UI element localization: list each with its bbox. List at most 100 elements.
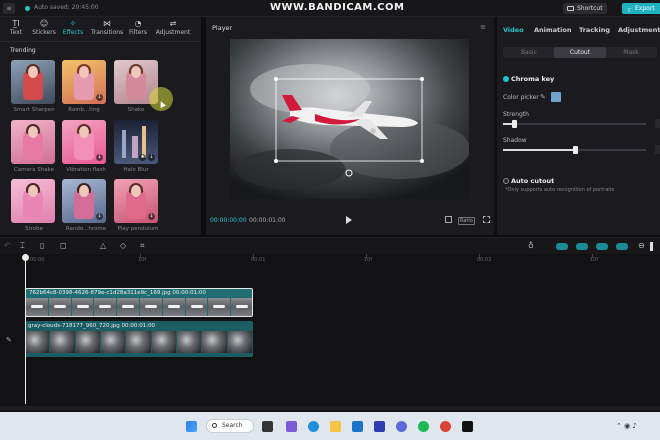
tab-adjustment-inspector[interactable]: Adjustment <box>618 26 660 34</box>
rotate-icon[interactable]: ◇ <box>120 242 126 250</box>
export-label: Export <box>635 5 655 12</box>
crop-icon[interactable]: ⌗ <box>140 242 145 250</box>
ruler-label: 00:01 <box>251 257 266 263</box>
export-button[interactable]: ⇧ Export <box>622 3 660 14</box>
windows-start-icon[interactable] <box>186 421 197 432</box>
segment-basic[interactable]: Basic <box>503 47 555 58</box>
link-toggle-icon[interactable] <box>556 243 568 250</box>
play-icon[interactable] <box>346 216 352 224</box>
tab-label: Stickers <box>32 29 56 36</box>
export-icon: ⇧ <box>627 7 633 14</box>
playhead[interactable] <box>22 254 29 404</box>
spotify-icon[interactable] <box>418 421 429 432</box>
strength-slider[interactable] <box>503 120 646 128</box>
file-explorer-icon[interactable] <box>330 421 341 432</box>
effect-label: Rainb...ting <box>68 107 100 113</box>
player-menu-icon[interactable]: ≡ <box>480 23 486 31</box>
tab-animation[interactable]: Animation <box>534 26 571 34</box>
tab-stickers[interactable]: ☺ Stickers <box>30 19 58 39</box>
effect-strobe[interactable] <box>11 179 55 223</box>
keyboard-icon <box>567 6 574 11</box>
effect-camera-shake[interactable] <box>11 120 55 164</box>
tab-video[interactable]: Video <box>503 26 524 34</box>
segment-mask[interactable]: Mask <box>605 47 657 58</box>
visual-studio-icon[interactable] <box>374 421 385 432</box>
fit-screen-icon[interactable] <box>445 216 452 223</box>
chroma-key-checkbox[interactable] <box>503 76 509 82</box>
divider <box>0 41 201 42</box>
strength-value-box[interactable] <box>655 119 660 128</box>
edit-track-icon[interactable]: ✎ <box>6 336 12 344</box>
chat-icon[interactable] <box>286 421 297 432</box>
tab-label: Transitions <box>91 29 124 36</box>
ratio-button[interactable]: Ratio <box>458 217 475 225</box>
tab-label: Text <box>9 29 23 36</box>
autosave-status-icon <box>25 6 30 11</box>
tab-effects[interactable]: ✧ Effects <box>59 19 87 39</box>
download-icon[interactable]: ↓ <box>148 154 155 161</box>
effect-vibration-flash[interactable]: ↓ <box>62 120 106 164</box>
task-view-icon[interactable] <box>262 421 273 432</box>
zoom-slider-handle[interactable] <box>650 242 653 251</box>
system-tray-icons[interactable]: ⌃ ◉ ♪ <box>616 422 637 430</box>
freeze-icon[interactable]: ◻ <box>60 242 67 250</box>
chrome-icon[interactable] <box>440 421 451 432</box>
split-icon[interactable]: ⌶ <box>20 242 25 250</box>
timeline-scrollbar[interactable] <box>0 406 660 410</box>
shadow-slider[interactable] <box>503 146 646 154</box>
tab-text[interactable]: T̲I Text <box>2 19 30 39</box>
delete-icon[interactable]: ▯ <box>40 242 44 250</box>
effect-rainbow-lighting[interactable]: ↓ <box>62 60 106 104</box>
shortcut-label: Shortcut <box>577 5 603 12</box>
zoom-out-icon[interactable]: ⊖ <box>638 242 645 250</box>
menu-icon[interactable]: ≡ <box>3 3 15 14</box>
tab-adjustment[interactable]: ⇌ Adjustment <box>155 19 191 39</box>
undo-icon[interactable]: ↶ <box>4 242 11 250</box>
tab-label: Filters <box>129 29 147 36</box>
effect-label: Strobe <box>24 226 44 232</box>
snap-toggle-icon[interactable] <box>576 243 588 250</box>
fullscreen-icon[interactable] <box>483 216 490 223</box>
microphone-icon[interactable]: ♁ <box>528 242 534 250</box>
transitions-icon: ⋈ <box>103 19 111 28</box>
picked-color-swatch[interactable] <box>551 92 561 102</box>
effect-label: Halo Blur <box>123 167 149 173</box>
segment-cutout[interactable]: Cutout <box>554 47 606 58</box>
favorite-icon[interactable]: ★ <box>139 154 146 161</box>
color-picker-label: Color picker <box>503 94 539 101</box>
clip-label: gray-clouds-718177_960_720.jpg 00:00:01:… <box>28 323 156 329</box>
download-icon[interactable]: ↓ <box>148 213 155 220</box>
taskbar-search[interactable]: Search <box>206 419 254 433</box>
effect-label: Play pendulum <box>117 226 159 232</box>
main-clip-clouds[interactable]: gray-clouds-718177_960_720.jpg 00:00:01:… <box>25 321 253 357</box>
mirror-icon[interactable]: △ <box>100 242 106 250</box>
overlay-clip-airplane[interactable]: 762b64c8-0398-4626-879e-c1d28a311e9c_169… <box>25 288 253 317</box>
shadow-slider-handle[interactable] <box>572 146 578 154</box>
effect-halo-blur[interactable]: ★ ↓ <box>114 120 158 164</box>
app-icon[interactable] <box>396 421 407 432</box>
preview-canvas[interactable] <box>230 39 469 199</box>
clip-thumbnails <box>26 298 252 316</box>
capcut-icon[interactable] <box>462 421 473 432</box>
tab-tracking[interactable]: Tracking <box>579 26 610 34</box>
effect-smart-sharpen[interactable] <box>11 60 55 104</box>
download-icon[interactable]: ↓ <box>96 213 103 220</box>
tab-transitions[interactable]: ⋈ Transitions <box>91 19 123 39</box>
download-icon[interactable]: ↓ <box>96 94 103 101</box>
tab-filters[interactable]: ◔ Filters <box>124 19 152 39</box>
effect-random-chrome[interactable]: ↓ <box>62 179 106 223</box>
playhead-handle[interactable] <box>22 254 29 261</box>
preview-axis-icon[interactable] <box>596 243 608 250</box>
timeline[interactable]: 00:00 10f 00:01 10f 00:02 10f 762b64c8-0… <box>0 254 660 412</box>
auto-cutout-checkbox[interactable] <box>503 178 509 184</box>
magnet-toggle-icon[interactable] <box>616 243 628 250</box>
download-icon[interactable]: ↓ <box>96 154 103 161</box>
mail-icon[interactable] <box>352 421 363 432</box>
shadow-value-box[interactable] <box>655 145 660 154</box>
strength-slider-handle[interactable] <box>512 120 518 128</box>
shortcut-button[interactable]: Shortcut <box>563 3 607 14</box>
effect-play-pendulum[interactable]: ↓ <box>114 179 158 223</box>
edge-icon[interactable] <box>308 421 319 432</box>
eyedropper-icon[interactable]: ✎ <box>540 93 546 101</box>
search-icon <box>212 423 217 428</box>
